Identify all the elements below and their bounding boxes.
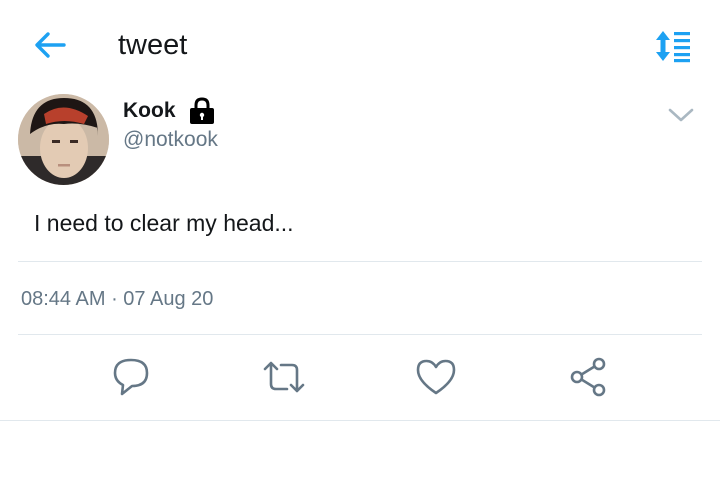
sort-updown-icon xyxy=(656,31,690,63)
lock-icon xyxy=(188,97,216,125)
action-bar xyxy=(0,354,720,400)
comment-icon xyxy=(113,358,149,396)
avatar[interactable] xyxy=(18,94,109,185)
sort-button[interactable] xyxy=(652,28,694,64)
top-bar: tweet xyxy=(0,0,720,92)
arrow-left-icon xyxy=(35,32,66,58)
share-button[interactable] xyxy=(566,354,612,400)
divider xyxy=(0,420,720,421)
retweet-icon xyxy=(263,361,305,393)
tweet-time: 08:44 AM xyxy=(21,288,106,310)
tweet-menu-button[interactable] xyxy=(666,104,696,126)
reply-button[interactable] xyxy=(108,354,154,400)
tweet-text: I need to clear my head... xyxy=(34,210,294,236)
author-name[interactable]: Kook xyxy=(123,99,176,123)
avatar-image xyxy=(18,94,109,185)
divider xyxy=(18,334,702,335)
share-icon xyxy=(570,357,606,397)
author-handle[interactable]: @notkook xyxy=(123,128,218,152)
tweet-date: 07 Aug 20 xyxy=(123,288,214,310)
tweet-timestamp: 08:44 AM · 07 Aug 20 xyxy=(21,288,213,311)
timestamp-separator: · xyxy=(105,288,124,310)
page-title: tweet xyxy=(118,29,188,61)
retweet-button[interactable] xyxy=(261,354,307,400)
like-button[interactable] xyxy=(413,354,459,400)
author-name-row: Kook xyxy=(123,97,216,125)
back-button[interactable] xyxy=(30,28,70,62)
divider xyxy=(18,261,702,262)
chevron-down-icon xyxy=(668,108,694,122)
heart-icon xyxy=(416,359,456,395)
